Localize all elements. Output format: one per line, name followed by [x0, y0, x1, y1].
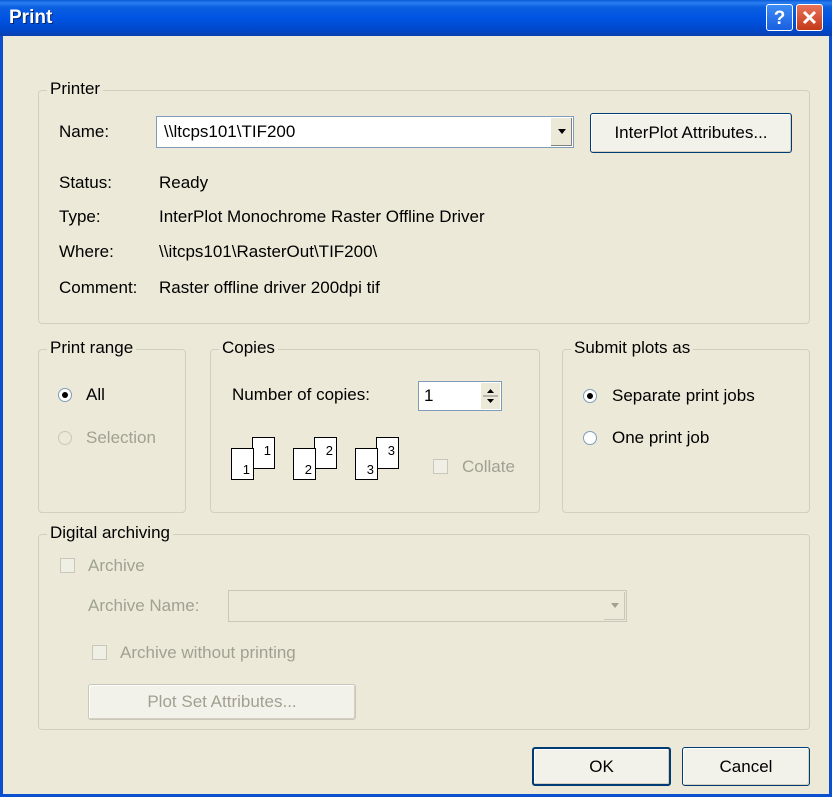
interplot-attributes-button[interactable]: InterPlot Attributes... [590, 113, 792, 153]
close-icon [802, 10, 817, 25]
archive-checkbox[interactable] [60, 558, 75, 573]
ok-button[interactable]: OK [532, 747, 671, 786]
cancel-button[interactable]: Cancel [682, 747, 810, 786]
status-value: Ready [159, 173, 209, 192]
printer-name-label: Name: [59, 122, 110, 141]
window-title: Print [9, 7, 53, 28]
archive-name-dropdown[interactable] [228, 590, 627, 622]
comment-value: Raster offline driver 200dpi tif [159, 278, 380, 297]
status-label: Status: [59, 173, 112, 192]
copies-spinner[interactable]: 1 [418, 381, 502, 411]
print-range-all-label[interactable]: All [86, 385, 105, 405]
chevron-down-icon [558, 129, 566, 134]
print-range-group-label: Print range [47, 338, 137, 358]
archive-label[interactable]: Archive [88, 556, 145, 576]
copies-value: 1 [424, 386, 434, 405]
print-range-selection-radio[interactable] [58, 431, 72, 445]
where-label: Where: [59, 242, 114, 261]
printer-name-value: \\ltcps101\TIF200 [164, 122, 296, 141]
copies-spinner-arrows[interactable] [480, 383, 500, 409]
archive-name-label: Archive Name: [88, 596, 200, 615]
page-icon: 1 [252, 437, 275, 469]
number-of-copies-label: Number of copies: [232, 385, 370, 404]
page-icon: 2 [293, 448, 316, 480]
page-icon: 3 [355, 448, 378, 480]
type-label: Type: [59, 207, 101, 226]
copies-group: Copies [210, 338, 540, 513]
help-button[interactable]: ? [766, 4, 793, 31]
archive-without-printing-checkbox[interactable] [92, 645, 107, 660]
close-button[interactable] [796, 4, 823, 31]
collate-checkbox[interactable] [433, 459, 448, 474]
chevron-down-icon [611, 603, 619, 608]
page-icon: 1 [231, 448, 254, 480]
printer-group-label: Printer [47, 79, 104, 99]
collate-label[interactable]: Collate [462, 457, 515, 477]
type-value: InterPlot Monochrome Raster Offline Driv… [159, 207, 485, 226]
separate-print-jobs-label[interactable]: Separate print jobs [612, 386, 755, 406]
page-icon: 3 [376, 437, 399, 469]
submit-plots-group-label: Submit plots as [571, 338, 694, 358]
help-icon: ? [774, 8, 786, 29]
archive-dropdown-arrow[interactable] [603, 592, 625, 620]
page-icon: 2 [314, 437, 337, 469]
one-print-job-radio[interactable] [583, 431, 597, 445]
printer-name-dropdown[interactable]: \\ltcps101\TIF200 [156, 116, 574, 148]
archive-without-printing-label[interactable]: Archive without printing [120, 643, 296, 663]
title-bar: Print ? [0, 0, 832, 36]
spinner-arrows-icon [483, 389, 498, 403]
where-value: \\itcps101\RasterOut\TIF200\ [159, 242, 378, 261]
separate-print-jobs-radio[interactable] [583, 389, 597, 403]
copies-group-label: Copies [219, 338, 278, 358]
plot-set-attributes-button[interactable]: Plot Set Attributes... [88, 684, 356, 720]
one-print-job-label[interactable]: One print job [612, 428, 709, 448]
digital-archiving-group-label: Digital archiving [47, 523, 173, 543]
svg-text:?: ? [774, 8, 786, 29]
print-range-selection-label[interactable]: Selection [86, 428, 156, 448]
print-range-all-radio[interactable] [58, 388, 72, 402]
printer-dropdown-arrow[interactable] [550, 118, 572, 146]
comment-label: Comment: [59, 278, 138, 297]
